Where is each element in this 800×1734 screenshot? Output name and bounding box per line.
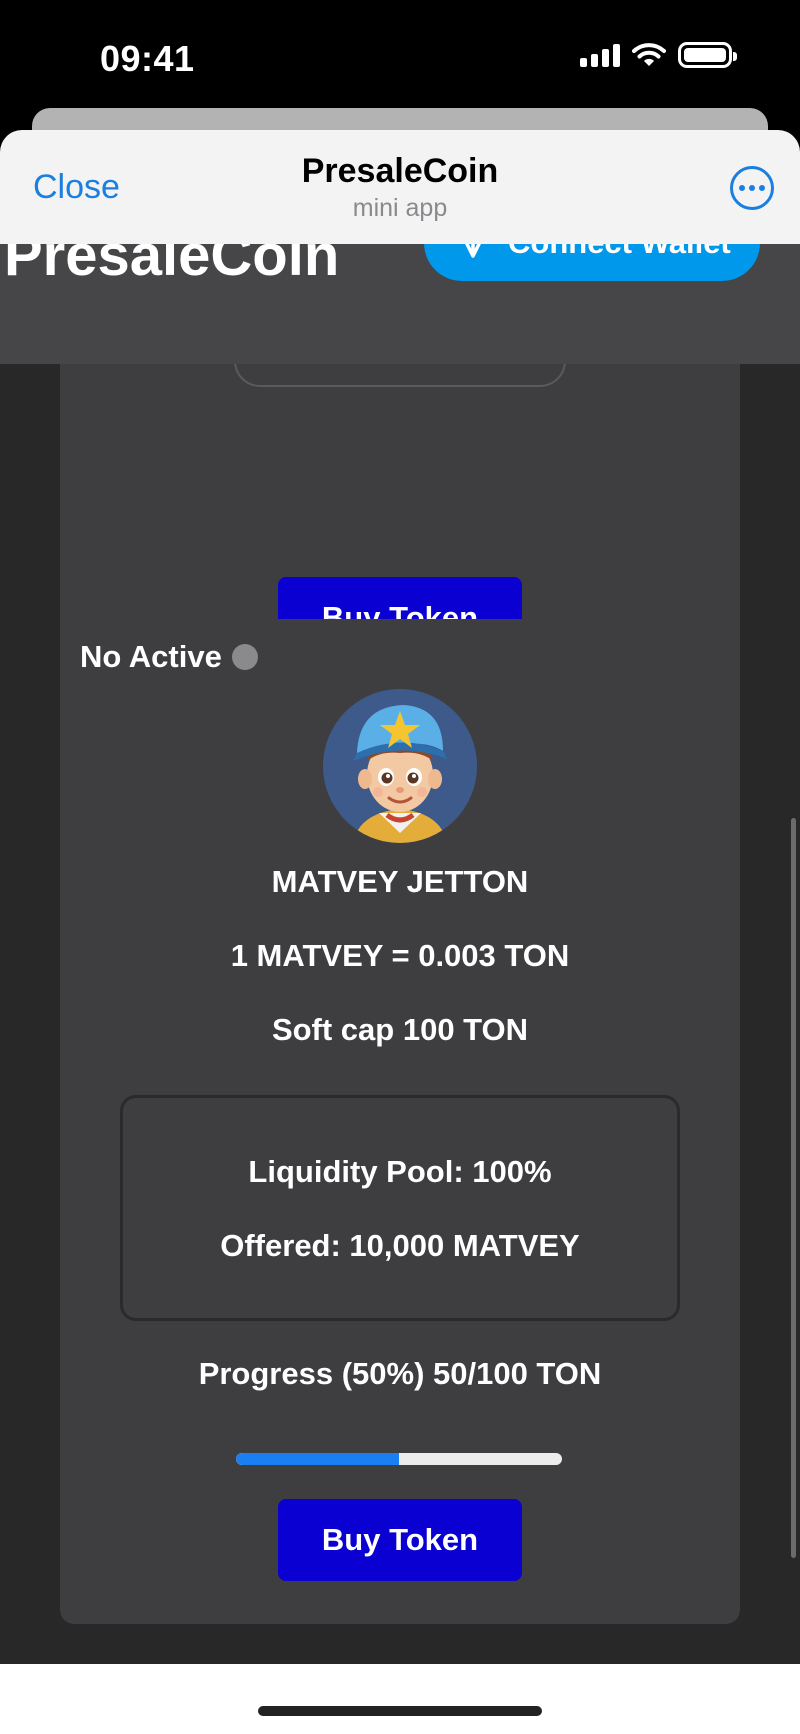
presale-status: No Active (80, 639, 258, 675)
scrollbar[interactable] (791, 818, 796, 1558)
soft-cap: Soft cap 100 TON (271, 1012, 529, 1047)
progress-fill (236, 1453, 399, 1465)
info-box: Liquidity Pool: 100% Offered: 10,000 MAT… (120, 1095, 680, 1321)
presale-card: No Active MATVEY JETTON 1 MATVEY = 0.003… (60, 619, 740, 1624)
mini-app-sheet: Buy Token No Active MATVEY JETTON 1 MATV… (0, 130, 800, 1734)
signal-icon (580, 43, 620, 67)
home-area (0, 1664, 800, 1734)
token-price: 1 MATVEY = 0.003 TON (230, 938, 570, 973)
status-time: 09:41 (100, 38, 195, 79)
wifi-icon (632, 43, 666, 66)
mini-app-nav-bar: Close PresaleCoin mini app (0, 130, 800, 244)
more-icon[interactable] (730, 166, 774, 210)
token-avatar (323, 689, 477, 843)
battery-icon (678, 42, 737, 68)
nav-subtitle: mini app (352, 194, 448, 222)
progress-label: Progress (50%) 50/100 TON (198, 1356, 602, 1391)
status-dot (231, 644, 258, 670)
progress-bar (236, 1453, 562, 1465)
token-name: MATVEY JETTON (271, 864, 529, 899)
status-label: No Active (80, 639, 222, 674)
home-indicator[interactable] (258, 1706, 542, 1716)
nav-title: PresaleCoin (301, 152, 499, 190)
status-icons (580, 42, 737, 68)
buy-token-button[interactable]: Buy Token (278, 1499, 522, 1581)
liquidity-pool: Liquidity Pool: 100% (248, 1154, 552, 1189)
status-bar: 09:41 (0, 0, 800, 118)
offered-amount: Offered: 10,000 MATVEY (220, 1228, 580, 1263)
